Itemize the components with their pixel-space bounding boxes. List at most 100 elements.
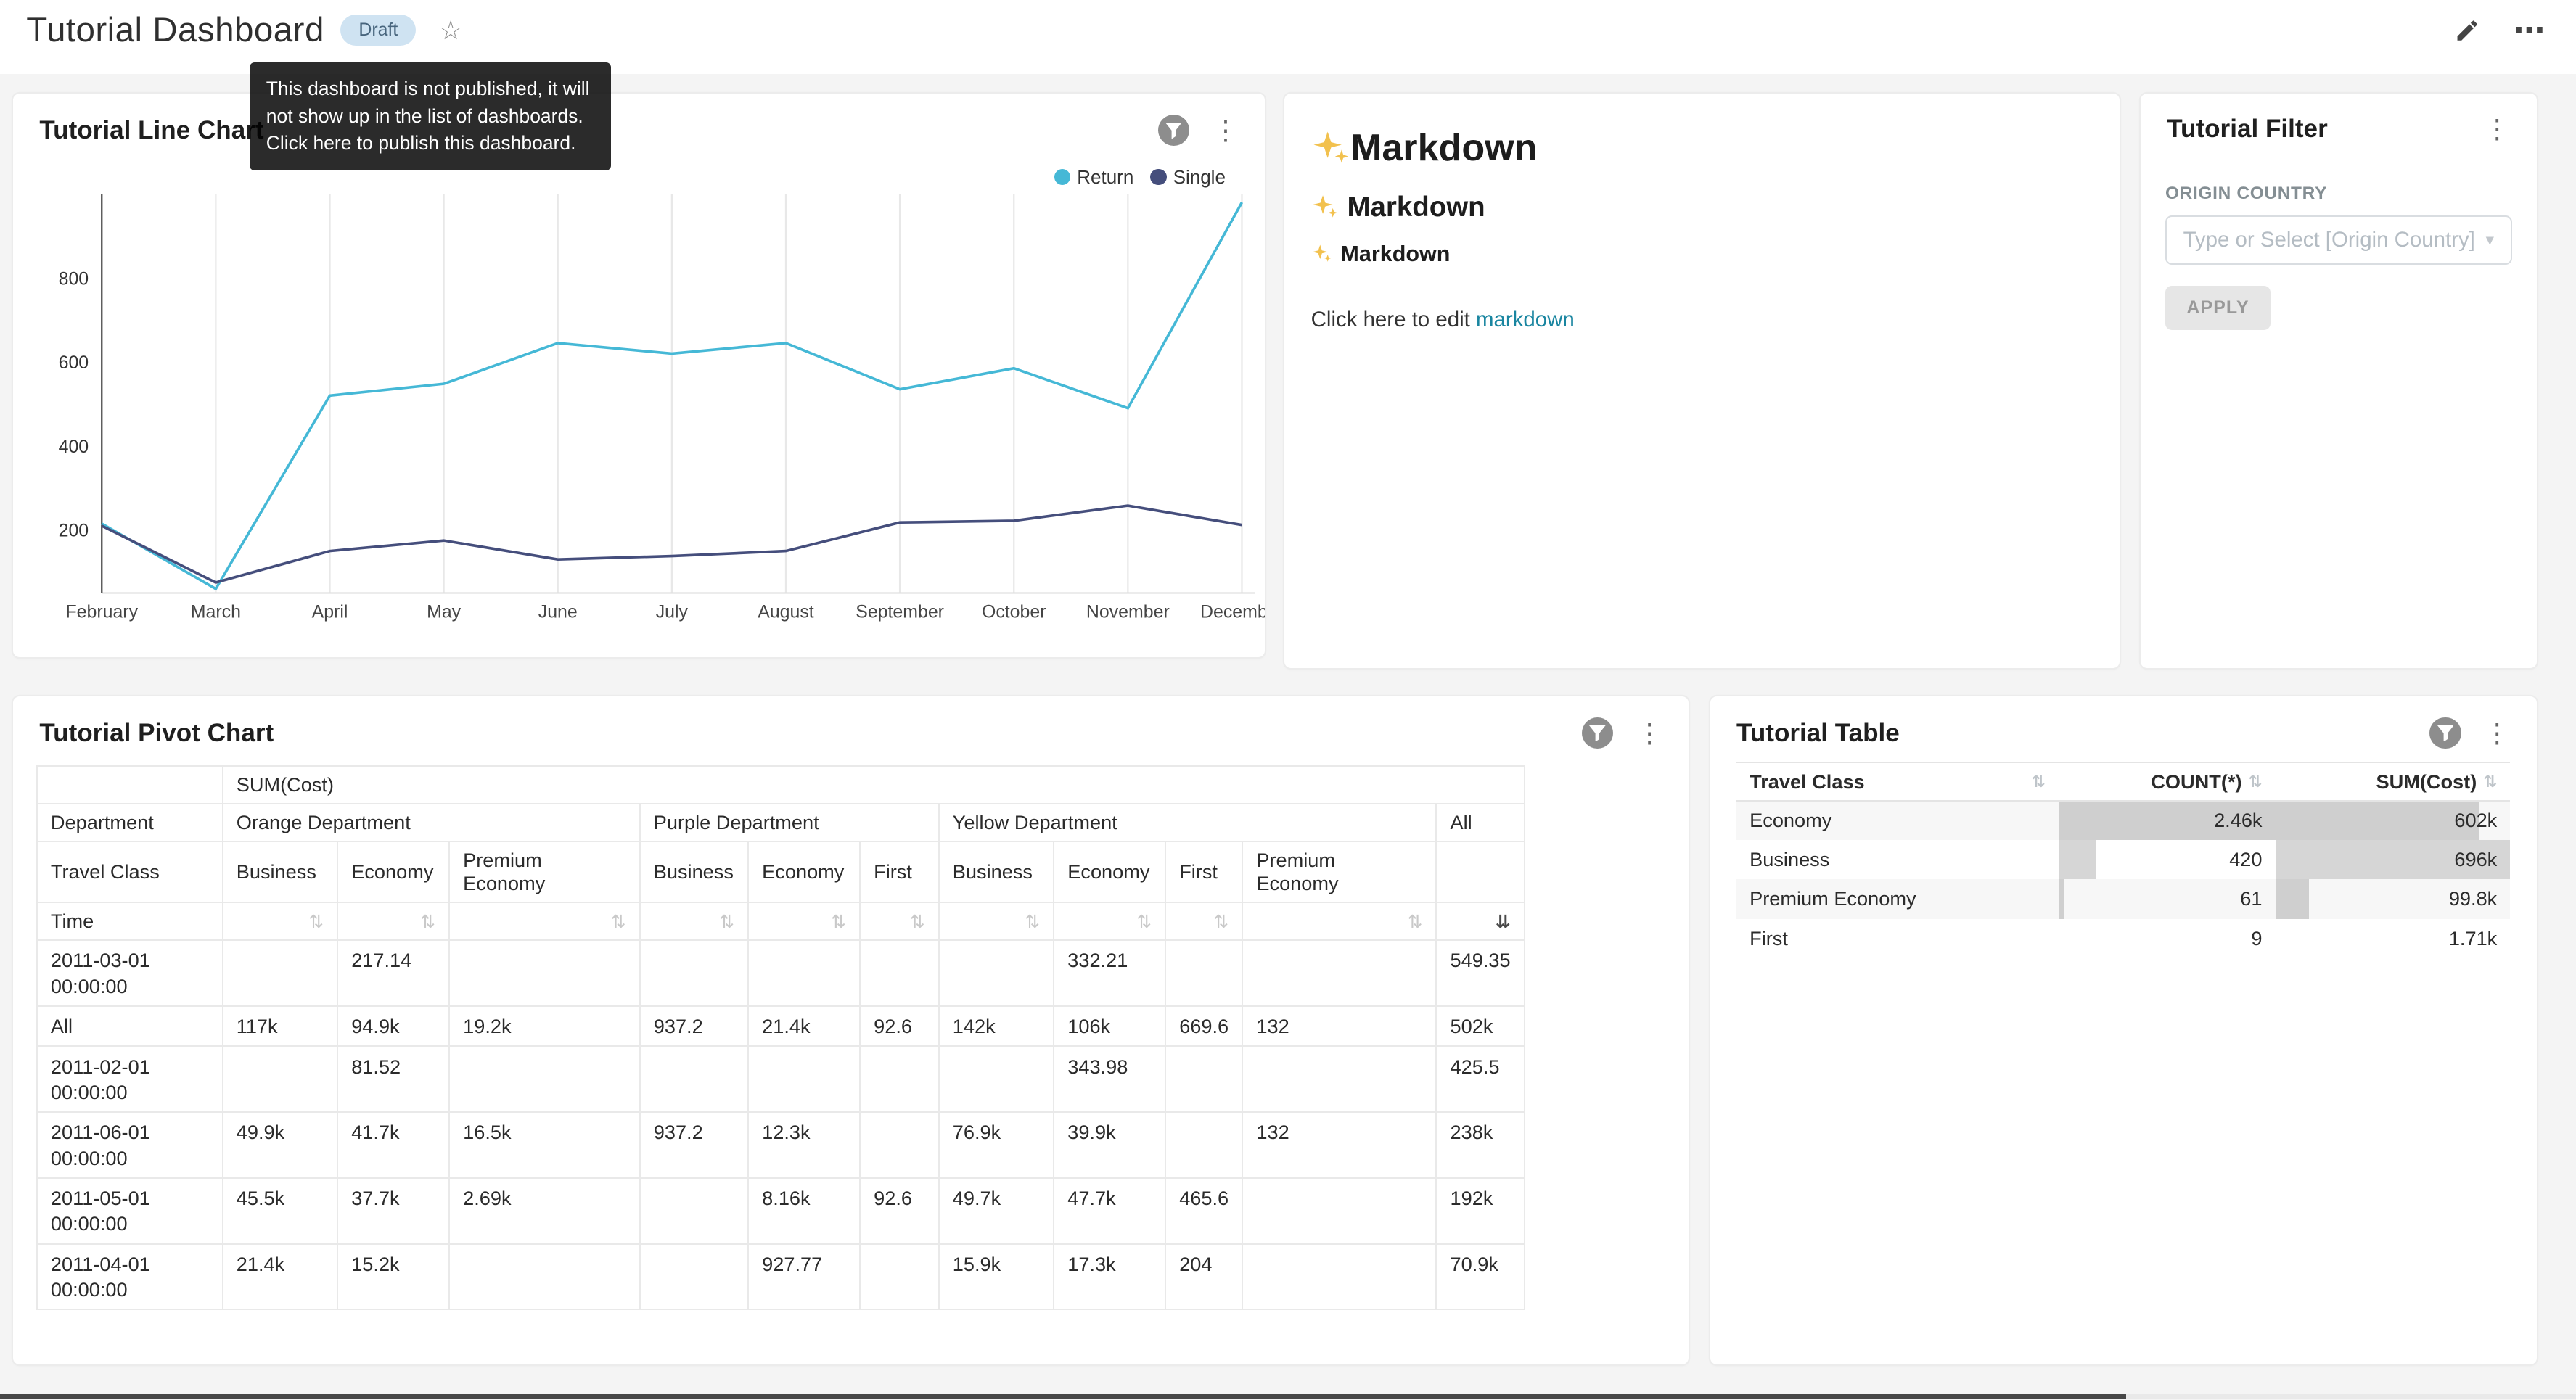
markdown-card: Markdown Markdown Markdown Click here to… [1284, 94, 2119, 668]
pivot-class-header: First [1165, 841, 1242, 902]
horizontal-scrollbar-track[interactable] [0, 1394, 2576, 1399]
sparkles-icon [1311, 193, 1339, 221]
markdown-h2: Markdown [1311, 192, 2093, 223]
sort-icon[interactable]: ⇅ [2249, 773, 2263, 791]
table-cell-sum: 1.71k [2276, 919, 2511, 958]
more-horizontal-icon[interactable]: ⋯ [2514, 12, 2546, 49]
pivot-chart-card: Tutorial Pivot Chart ⋮ SUM(Cost)Departme… [13, 696, 1689, 1364]
svg-text:March: March [191, 601, 241, 622]
pivot-cell [640, 940, 748, 1006]
pivot-cell: 37.7k [337, 1178, 449, 1244]
filter-indicator-icon[interactable] [1158, 115, 1189, 146]
sort-icon[interactable]: ⇅ [748, 902, 860, 940]
cell-value: 696k [2454, 848, 2497, 870]
line-chart: FebruaryMarchAprilMayJuneJulyAugustSepte… [13, 179, 1265, 631]
pivot-cell [1242, 1046, 1436, 1112]
kebab-menu-icon[interactable]: ⋮ [1207, 118, 1244, 144]
card-header: Tutorial Pivot Chart ⋮ [13, 696, 1689, 755]
pivot-cell: 217.14 [337, 940, 449, 1006]
pivot-class-header [1436, 841, 1524, 902]
filter-body: ORIGIN COUNTRY Type or Select [Origin Co… [2141, 151, 2537, 343]
apply-button[interactable]: APPLY [2165, 286, 2271, 330]
markdown-h3-text: Markdown [1340, 242, 1450, 267]
kebab-menu-icon[interactable]: ⋮ [2479, 116, 2515, 142]
svg-text:July: July [656, 601, 689, 622]
page-title: Tutorial Dashboard [26, 10, 324, 50]
draft-badge[interactable]: Draft [340, 15, 416, 46]
markdown-edit-link[interactable]: markdown [1476, 308, 1575, 332]
column-header-label: COUNT(*) [2151, 770, 2241, 794]
pivot-cell: 39.9k [1054, 1112, 1165, 1178]
pivot-cell [640, 1046, 748, 1112]
origin-country-label: ORIGIN COUNTRY [2165, 184, 2512, 204]
svg-text:December: December [1200, 601, 1265, 622]
filter-indicator-icon[interactable] [2429, 717, 2461, 749]
table-cell-sum: 602k [2276, 801, 2511, 840]
card-title: Tutorial Filter [2167, 115, 2328, 144]
kebab-menu-icon[interactable]: ⋮ [1631, 720, 1668, 746]
pivot-row: 2011-03-01 00:00:00217.14332.21549.35 [37, 940, 1525, 1006]
sort-icon[interactable]: ⇅ [860, 902, 939, 940]
table-column-header[interactable]: Travel Class ⇅ [1736, 762, 2059, 800]
table-cell-count: 2.46k [2059, 801, 2276, 840]
pivot-class-header: Economy [1054, 841, 1165, 902]
table-row: Business420696k [1736, 840, 2510, 879]
sort-icon[interactable]: ⇅ [2483, 773, 2497, 791]
star-icon[interactable]: ☆ [439, 15, 462, 46]
card-title: Tutorial Pivot Chart [39, 719, 274, 748]
unpublished-tooltip[interactable]: This dashboard is not published, it will… [250, 62, 611, 170]
filter-indicator-icon[interactable] [1582, 717, 1613, 749]
markdown-h3: Markdown [1311, 242, 2093, 267]
pivot-cell: 47.7k [1054, 1178, 1165, 1244]
table-column-header[interactable]: COUNT(*) ⇅ [2059, 762, 2276, 800]
svg-text:April: April [312, 601, 348, 622]
pivot-cell: 45.5k [223, 1178, 337, 1244]
table-row: Premium Economy6199.8k [1736, 879, 2510, 918]
pivot-cell [640, 1178, 748, 1244]
cell-bar [2059, 840, 2096, 879]
pivot-cell: 549.35 [1436, 940, 1524, 1006]
pivot-cell: 192k [1436, 1178, 1524, 1244]
sort-icon[interactable]: ⇅ [1054, 902, 1165, 940]
pivot-cell: 49.9k [223, 1112, 337, 1178]
column-header-label: Travel Class [1750, 770, 1865, 794]
pivot-cell [449, 1046, 640, 1112]
pivot-row-header: All [37, 1006, 223, 1046]
pivot-class-header: Business [640, 841, 748, 902]
pivot-cell: 502k [1436, 1006, 1524, 1046]
card-header: Tutorial Line Chart ⋮ [13, 94, 1265, 152]
pivot-cell: 937.2 [640, 1112, 748, 1178]
sort-icon[interactable]: ⇅ [449, 902, 640, 940]
edit-icon[interactable] [2454, 17, 2480, 44]
sort-icon[interactable]: ⇅ [223, 902, 337, 940]
pivot-cell: 92.6 [860, 1178, 939, 1244]
table-cell-travel-class: Business [1736, 840, 2059, 879]
sort-icon[interactable]: ⇅ [1165, 902, 1242, 940]
sort-icon[interactable]: ⇅ [337, 902, 449, 940]
cell-value: 1.71k [2449, 927, 2497, 950]
table-column-header[interactable]: SUM(Cost)⇅ [2276, 762, 2511, 800]
pivot-cell: 81.52 [337, 1046, 449, 1112]
cell-bar [2059, 879, 2064, 918]
sort-icon[interactable]: ⇅ [2032, 773, 2046, 791]
pivot-cell: 204 [1165, 1244, 1242, 1310]
sort-icon[interactable]: ⇅ [640, 902, 748, 940]
sort-icon[interactable]: ⇅ [1242, 902, 1436, 940]
pivot-cell: 17.3k [1054, 1244, 1165, 1310]
table-cell-travel-class: Premium Economy [1736, 879, 2059, 918]
pivot-cell: 465.6 [1165, 1178, 1242, 1244]
pivot-row: 2011-04-01 00:00:0021.4k15.2k927.7715.9k… [37, 1244, 1525, 1310]
pivot-cell: 927.77 [748, 1244, 860, 1310]
pivot-cell [1242, 940, 1436, 1006]
sort-icon[interactable]: ⇊ [1436, 902, 1524, 940]
svg-text:October: October [982, 601, 1046, 622]
sort-icon[interactable]: ⇅ [939, 902, 1054, 940]
kebab-menu-icon[interactable]: ⋮ [2479, 720, 2515, 746]
pivot-row-header: 2011-05-01 00:00:00 [37, 1178, 223, 1244]
horizontal-scrollbar-thumb[interactable] [0, 1394, 2126, 1399]
cell-value: 61 [2240, 887, 2262, 910]
svg-text:November: November [1086, 601, 1170, 622]
pivot-cell [939, 940, 1054, 1006]
pivot-row: All117k94.9k19.2k937.221.4k92.6142k106k6… [37, 1006, 1525, 1046]
origin-country-select[interactable]: Type or Select [Origin Country] ▾ [2165, 215, 2512, 265]
